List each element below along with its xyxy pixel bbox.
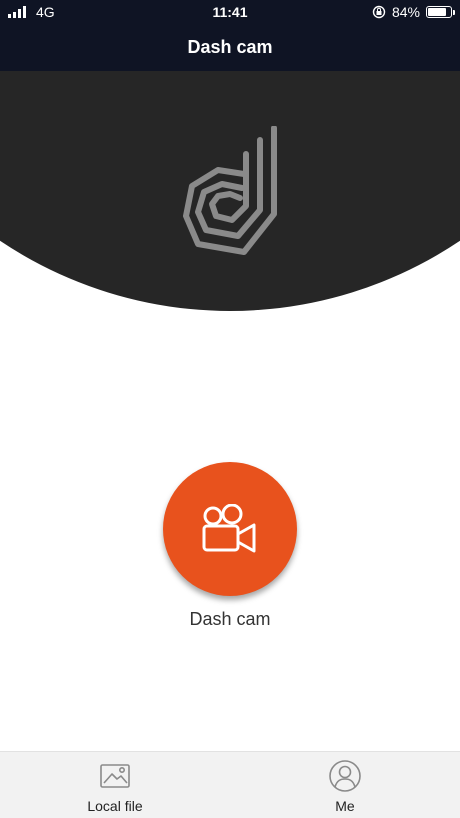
user-icon xyxy=(329,760,361,792)
tab-label-local-file: Local file xyxy=(87,798,143,814)
battery-icon xyxy=(426,6,455,18)
status-right: 84% xyxy=(372,4,455,20)
status-bar: 4G 11:41 84% xyxy=(0,0,460,24)
gallery-icon xyxy=(100,764,130,788)
brand-logo-icon xyxy=(183,126,277,255)
bottom-tab-bar: Local file Me xyxy=(0,751,460,818)
dash-cam-label: Dash cam xyxy=(189,609,271,629)
battery-percent: 84% xyxy=(391,4,420,20)
hero-banner xyxy=(0,71,460,321)
nav-bar: Dash cam xyxy=(0,24,460,71)
tab-label-me: Me xyxy=(335,798,355,814)
tab-me[interactable]: Me xyxy=(230,752,460,818)
video-camera-icon xyxy=(202,504,256,553)
battery-level-fill xyxy=(428,8,447,16)
orientation-lock-icon xyxy=(372,5,386,19)
page-title: Dash cam xyxy=(187,37,273,57)
dash-cam-button[interactable] xyxy=(163,462,297,596)
tab-local-file[interactable]: Local file xyxy=(0,752,230,818)
